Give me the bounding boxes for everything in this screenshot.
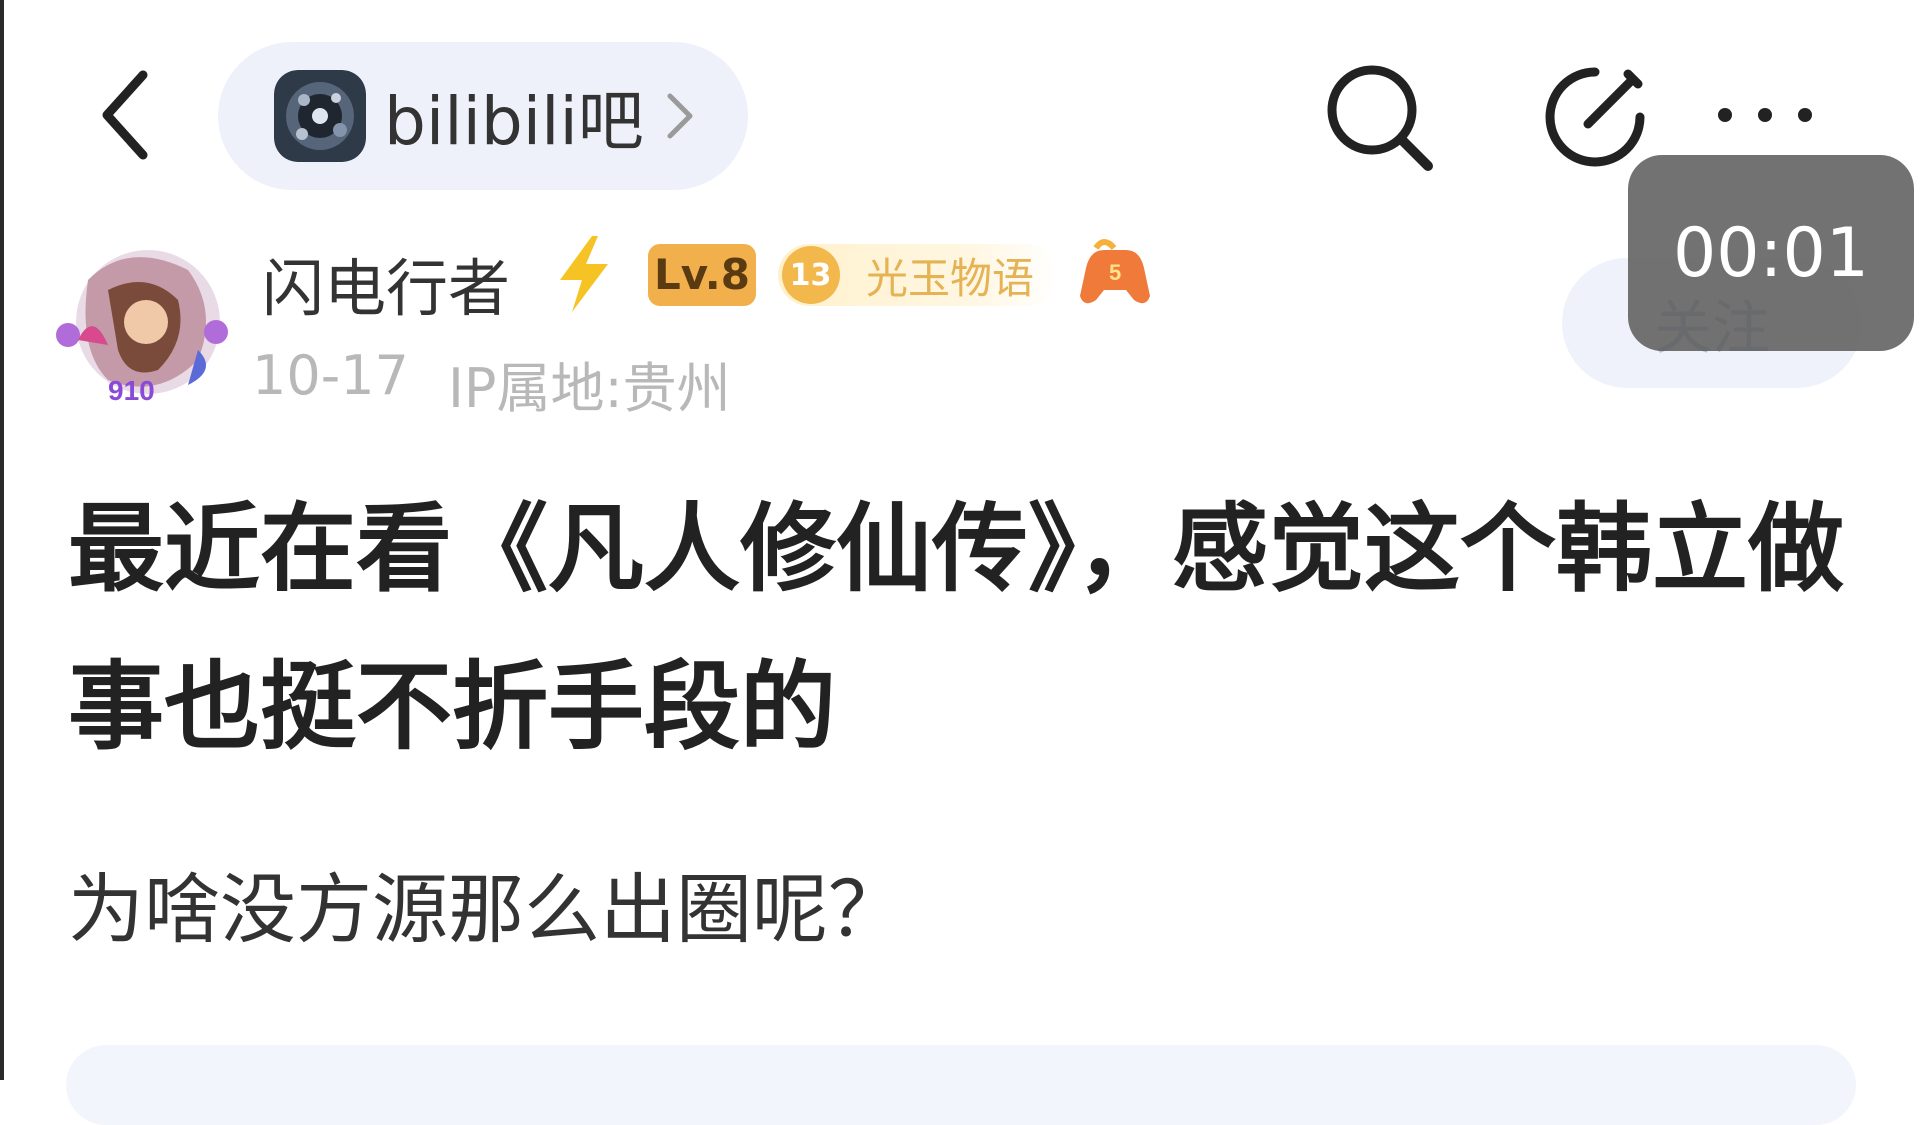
back-button[interactable] <box>90 65 160 165</box>
fan-badge-level: 13 <box>769 233 853 317</box>
timer-overlay: 00:01 <box>1628 155 1914 351</box>
search-icon <box>1327 65 1433 171</box>
search-button[interactable] <box>1320 58 1440 178</box>
author-name[interactable]: 闪电行者 <box>262 238 510 328</box>
svg-text:910: 910 <box>108 375 155 406</box>
post-body: 为啥没方源那么出圈呢？ <box>68 865 904 954</box>
fan-badge[interactable]: 13 光玉物语 <box>769 233 1058 317</box>
svg-text:5: 5 <box>1109 260 1121 285</box>
forum-logo <box>274 70 366 162</box>
post-date: 10-17 <box>252 344 409 407</box>
author-avatar[interactable]: 910 <box>48 240 238 410</box>
forum-name: bilibili吧 <box>384 83 644 160</box>
screen-edge <box>0 0 4 1080</box>
edit-icon <box>1545 67 1645 167</box>
fan-badge-name: 光玉物语 <box>866 253 1035 303</box>
ip-location: IP属地:贵州 <box>448 357 731 420</box>
level-badge: Lv.8 <box>648 244 756 306</box>
more-horizontal-icon <box>1718 108 1812 122</box>
chevron-left-icon <box>102 70 148 160</box>
more-button[interactable] <box>1710 90 1820 140</box>
bottom-card <box>66 1045 1856 1125</box>
edit-button[interactable] <box>1540 62 1650 172</box>
gamepad-icon: 5 <box>1080 239 1150 304</box>
chevron-right-icon <box>667 93 693 139</box>
forum-entry-button[interactable]: bilibili吧 <box>218 42 748 190</box>
lightning-icon <box>560 236 608 312</box>
post-title: 最近在看《凡人修仙传》，感觉这个韩立做事也挺不折手段的 <box>68 493 1844 763</box>
